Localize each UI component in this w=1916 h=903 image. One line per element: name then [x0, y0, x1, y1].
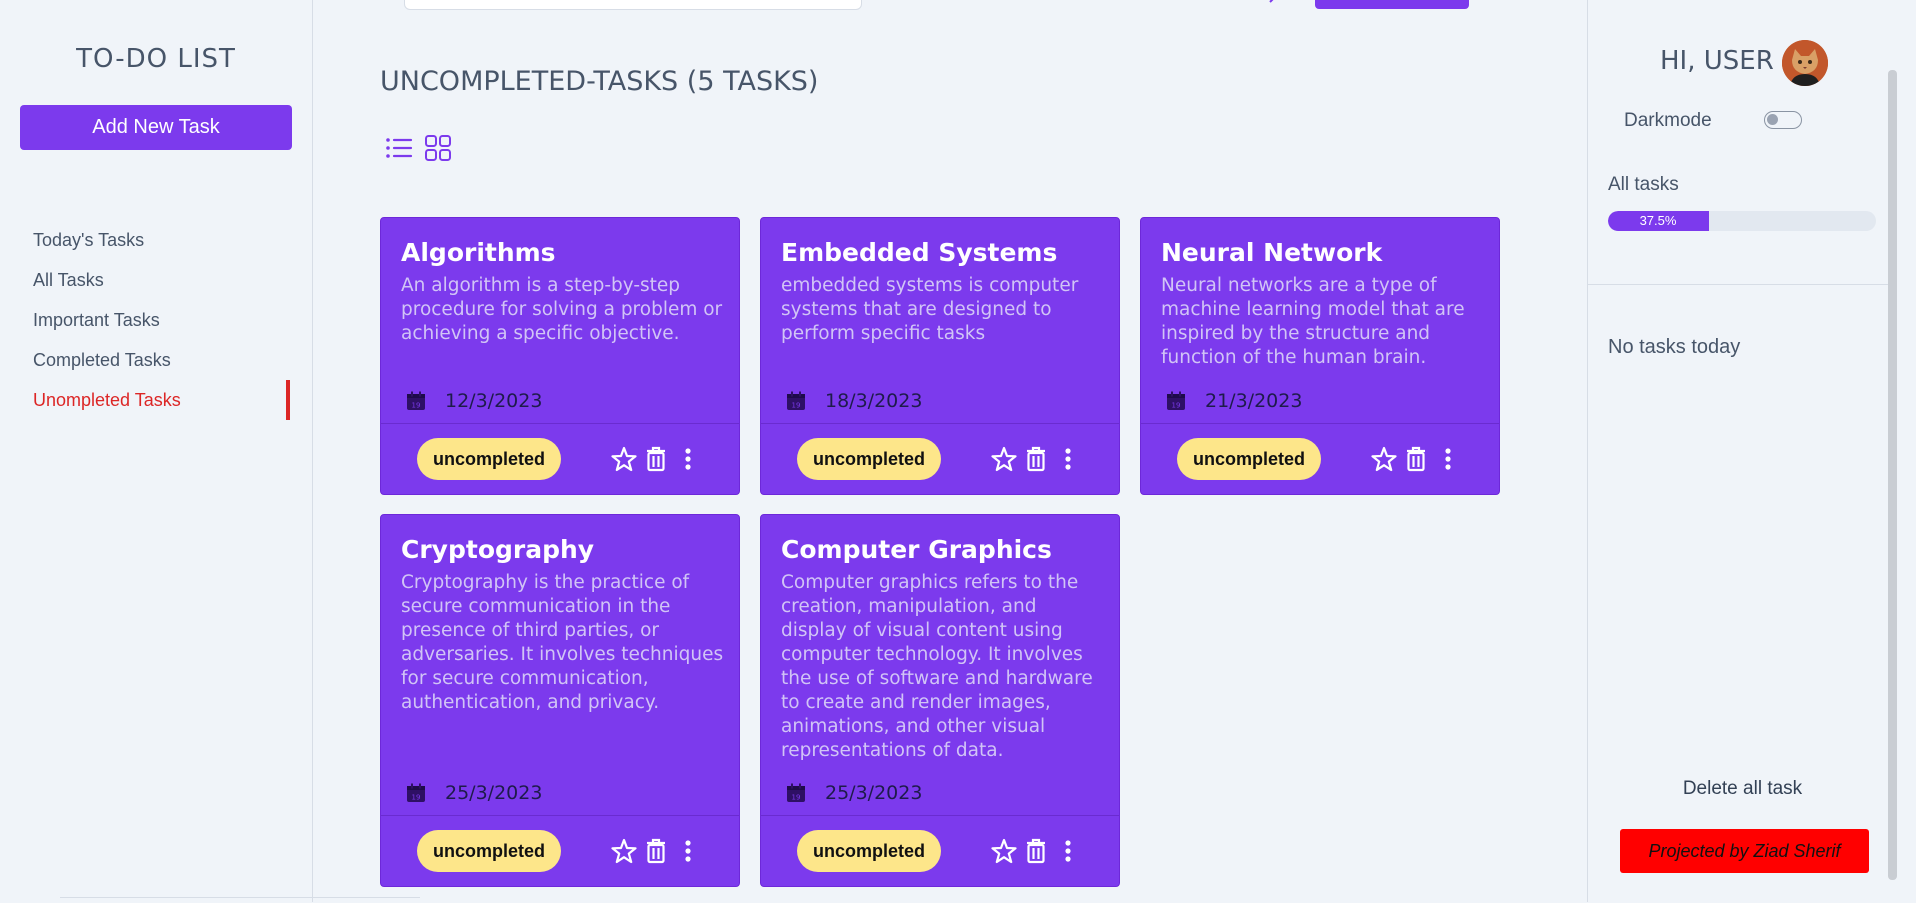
calendar-icon: 19	[1165, 390, 1187, 412]
star-icon[interactable]	[991, 445, 1017, 473]
more-options-icon[interactable]	[1055, 837, 1081, 865]
more-options-icon[interactable]	[1055, 445, 1081, 473]
task-title: Algorithms	[401, 238, 556, 267]
task-actions	[991, 837, 1081, 865]
task-date: 12/3/2023	[445, 390, 543, 412]
sidebar: TO-DO LIST Add New Task Today's Tasks Al…	[0, 0, 313, 902]
task-card[interactable]: Embedded Systems embedded systems is com…	[760, 217, 1120, 495]
no-tasks-text: No tasks today	[1608, 336, 1741, 358]
task-date-row: 19 21/3/2023	[1165, 388, 1302, 414]
task-card-footer: uncompleted	[1141, 423, 1499, 494]
task-card[interactable]: Cryptography Cryptography is the practic…	[380, 514, 740, 887]
calendar-icon: 19	[785, 390, 807, 412]
nav-uncompleted-tasks[interactable]: Unompleted Tasks	[0, 380, 312, 420]
task-description: Cryptography is the practice of secure c…	[401, 572, 724, 713]
task-title: Computer Graphics	[781, 535, 1052, 564]
nav-important-tasks[interactable]: Important Tasks	[0, 300, 312, 340]
nav-todays-tasks[interactable]: Today's Tasks	[0, 220, 312, 260]
trash-icon[interactable]	[643, 445, 669, 473]
svg-text:19: 19	[792, 402, 801, 410]
svg-text:19: 19	[792, 794, 801, 802]
status-badge[interactable]: uncompleted	[1177, 438, 1321, 480]
status-badge[interactable]: uncompleted	[797, 830, 941, 872]
right-panel: HI, USER Darkmode All tasks 37.5% No tas…	[1587, 0, 1897, 902]
task-card[interactable]: Neural Network Neural networks are a typ…	[1140, 217, 1500, 495]
task-actions	[1371, 445, 1461, 473]
task-date: 21/3/2023	[1205, 390, 1303, 412]
calendar-icon: 19	[405, 782, 427, 804]
trash-icon[interactable]	[1023, 445, 1049, 473]
task-actions	[611, 445, 701, 473]
task-card-footer: uncompleted	[381, 815, 739, 886]
status-badge[interactable]: uncompleted	[797, 438, 941, 480]
list-view-icon[interactable]	[384, 133, 414, 163]
partial-icon[interactable]	[1268, 0, 1278, 4]
status-badge[interactable]: uncompleted	[417, 830, 561, 872]
credit-badge: Projected by Ziad Sherif	[1620, 829, 1869, 873]
delete-all-button[interactable]: Delete all task	[1588, 778, 1897, 800]
scrollbar[interactable]	[1888, 70, 1897, 880]
more-options-icon[interactable]	[675, 445, 701, 473]
avatar[interactable]	[1782, 40, 1828, 86]
greeting: HI, USER	[1660, 46, 1774, 76]
nav-completed-tasks[interactable]: Completed Tasks	[0, 340, 312, 380]
task-date: 25/3/2023	[825, 782, 923, 804]
more-options-icon[interactable]	[1435, 445, 1461, 473]
trash-icon[interactable]	[1403, 445, 1429, 473]
progress-bar: 37.5%	[1608, 211, 1876, 231]
task-date-row: 19 25/3/2023	[785, 780, 922, 806]
all-tasks-label: All tasks	[1608, 174, 1679, 195]
bottom-edge	[60, 897, 420, 903]
grid-view-icon[interactable]	[423, 133, 453, 163]
status-badge[interactable]: uncompleted	[417, 438, 561, 480]
star-icon[interactable]	[611, 837, 637, 865]
search-input[interactable]	[404, 0, 862, 10]
sidebar-nav: Today's Tasks All Tasks Important Tasks …	[0, 220, 312, 420]
divider	[1588, 284, 1897, 285]
star-icon[interactable]	[1371, 445, 1397, 473]
toggle-knob	[1767, 114, 1778, 125]
task-actions	[611, 837, 701, 865]
calendar-icon: 19	[405, 390, 427, 412]
task-description: Neural networks are a type of machine le…	[1161, 275, 1465, 368]
task-date-row: 19 18/3/2023	[785, 388, 922, 414]
app-title: TO-DO LIST	[76, 44, 236, 74]
task-date-row: 19 25/3/2023	[405, 780, 542, 806]
task-actions	[991, 445, 1081, 473]
svg-text:19: 19	[1172, 402, 1181, 410]
progress-text: 37.5%	[1639, 213, 1677, 228]
calendar-icon: 19	[785, 782, 807, 804]
darkmode-label: Darkmode	[1624, 110, 1712, 131]
task-card-footer: uncompleted	[761, 815, 1119, 886]
svg-text:19: 19	[412, 402, 421, 410]
task-card[interactable]: Algorithms An algorithm is a step-by-ste…	[380, 217, 740, 495]
more-options-icon[interactable]	[675, 837, 701, 865]
trash-icon[interactable]	[1023, 837, 1049, 865]
task-card-footer: uncompleted	[761, 423, 1119, 494]
nav-all-tasks[interactable]: All Tasks	[0, 260, 312, 300]
star-icon[interactable]	[991, 837, 1017, 865]
star-icon[interactable]	[611, 445, 637, 473]
task-date-row: 19 12/3/2023	[405, 388, 542, 414]
task-title: Neural Network	[1161, 238, 1383, 267]
task-description: embedded systems is computer systems tha…	[781, 275, 1079, 344]
svg-text:19: 19	[412, 794, 421, 802]
top-action-button[interactable]	[1315, 0, 1469, 9]
task-title: Cryptography	[401, 535, 595, 564]
task-date: 25/3/2023	[445, 782, 543, 804]
task-card-footer: uncompleted	[381, 423, 739, 494]
darkmode-toggle[interactable]	[1764, 111, 1802, 129]
task-description: An algorithm is a step-by-step procedure…	[401, 275, 723, 344]
task-date: 18/3/2023	[825, 390, 923, 412]
add-new-task-button[interactable]: Add New Task	[20, 105, 292, 150]
trash-icon[interactable]	[643, 837, 669, 865]
task-description: Computer graphics refers to the creation…	[781, 572, 1093, 761]
page-title: UNCOMPLETED-TASKS (5 TASKS)	[380, 66, 819, 97]
task-title: Embedded Systems	[781, 238, 1058, 267]
task-card[interactable]: Computer Graphics Computer graphics refe…	[760, 514, 1120, 887]
cat-avatar-icon	[1782, 40, 1828, 86]
